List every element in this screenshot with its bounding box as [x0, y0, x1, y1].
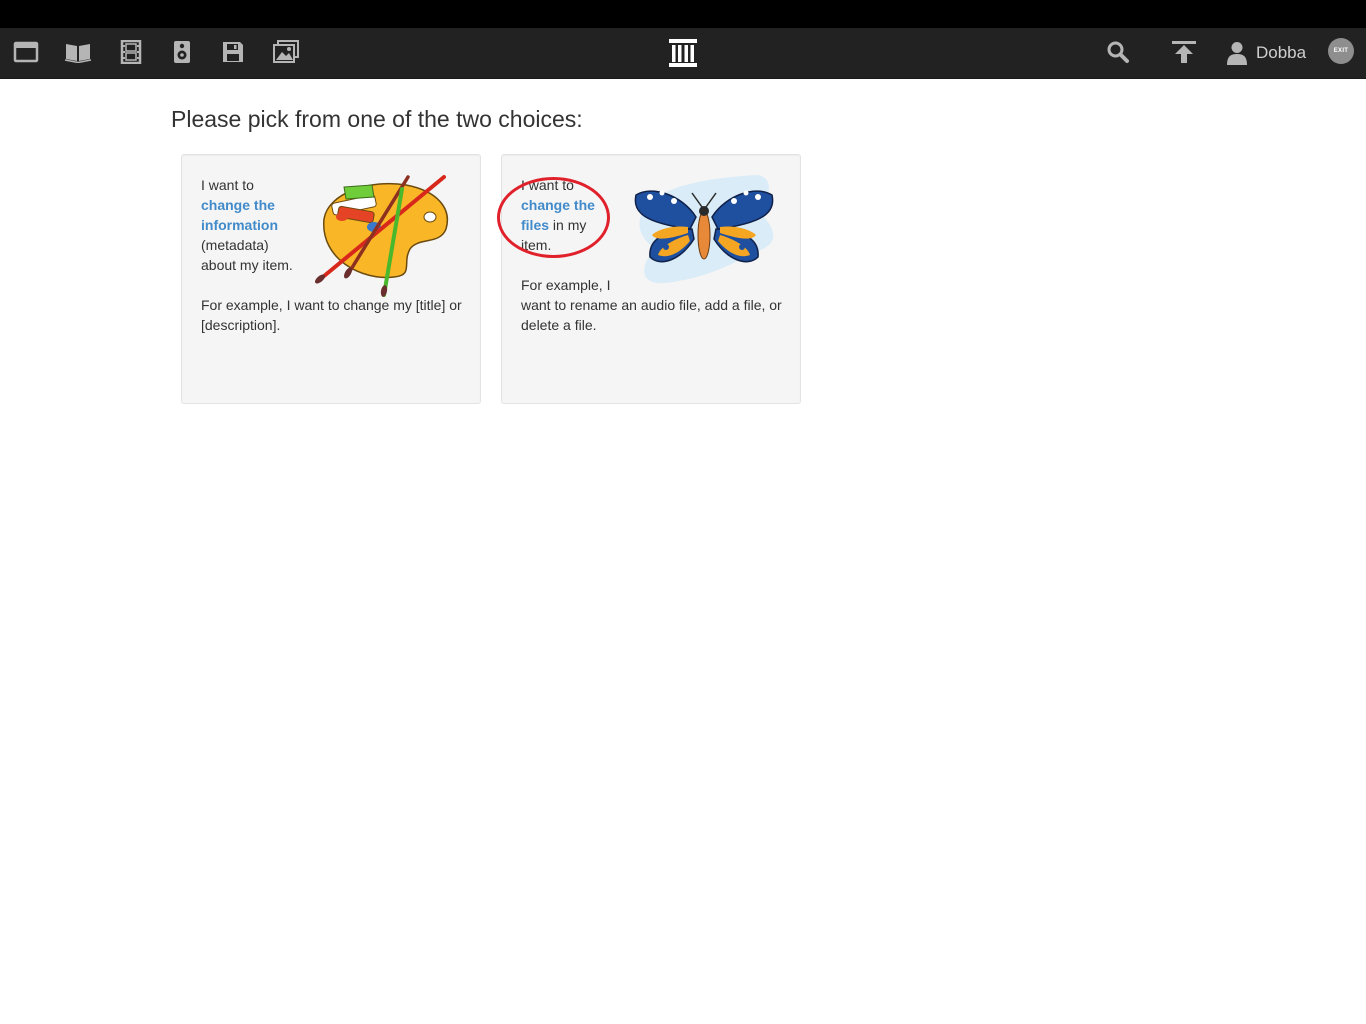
- web-icon[interactable]: [12, 39, 40, 65]
- choice-example: For example, I want to change my [title]…: [201, 297, 462, 333]
- choice-card-metadata[interactable]: I want to change the information (metada…: [181, 154, 481, 404]
- choice-card-files[interactable]: I want to change the files in my item. F…: [501, 154, 801, 404]
- page-title: Please pick from one of the two choices:: [171, 106, 583, 132]
- top-black-bar: [0, 0, 1366, 28]
- texts-icon[interactable]: [64, 39, 92, 65]
- user-name: Dobba: [1256, 43, 1307, 62]
- upload-icon[interactable]: [1170, 39, 1198, 65]
- change-information-link[interactable]: change the information: [201, 195, 306, 235]
- archive-logo-icon[interactable]: [667, 37, 699, 69]
- change-files-link-wrapper: change the files in my: [521, 195, 626, 235]
- choice-intro: I want to: [201, 177, 254, 193]
- choice-detail: item.: [521, 237, 552, 253]
- paint-palette-icon: [315, 175, 449, 297]
- choice-detail: about my item.: [201, 257, 293, 273]
- user-icon: [1227, 42, 1247, 65]
- choice-detail: (metadata): [201, 237, 269, 253]
- change-files-link-line1[interactable]: change the: [521, 195, 626, 215]
- link-line: change the: [201, 197, 275, 213]
- software-icon[interactable]: [219, 39, 247, 65]
- choice-detail: in my: [549, 217, 587, 233]
- exit-button[interactable]: EXIT: [1328, 38, 1354, 64]
- choice-example: want to rename an audio file, add a file…: [521, 297, 782, 333]
- audio-icon[interactable]: [168, 39, 196, 65]
- images-icon[interactable]: [272, 39, 300, 65]
- butterfly-icon: [634, 175, 774, 284]
- link-line: information: [201, 217, 278, 233]
- search-icon[interactable]: [1104, 39, 1132, 65]
- choice-intro: I want to: [521, 177, 574, 193]
- change-files-link-line2[interactable]: files: [521, 217, 549, 233]
- top-navbar: Dobba EXIT: [0, 28, 1366, 79]
- video-icon[interactable]: [117, 39, 145, 65]
- user-menu[interactable]: Dobba: [1226, 40, 1306, 66]
